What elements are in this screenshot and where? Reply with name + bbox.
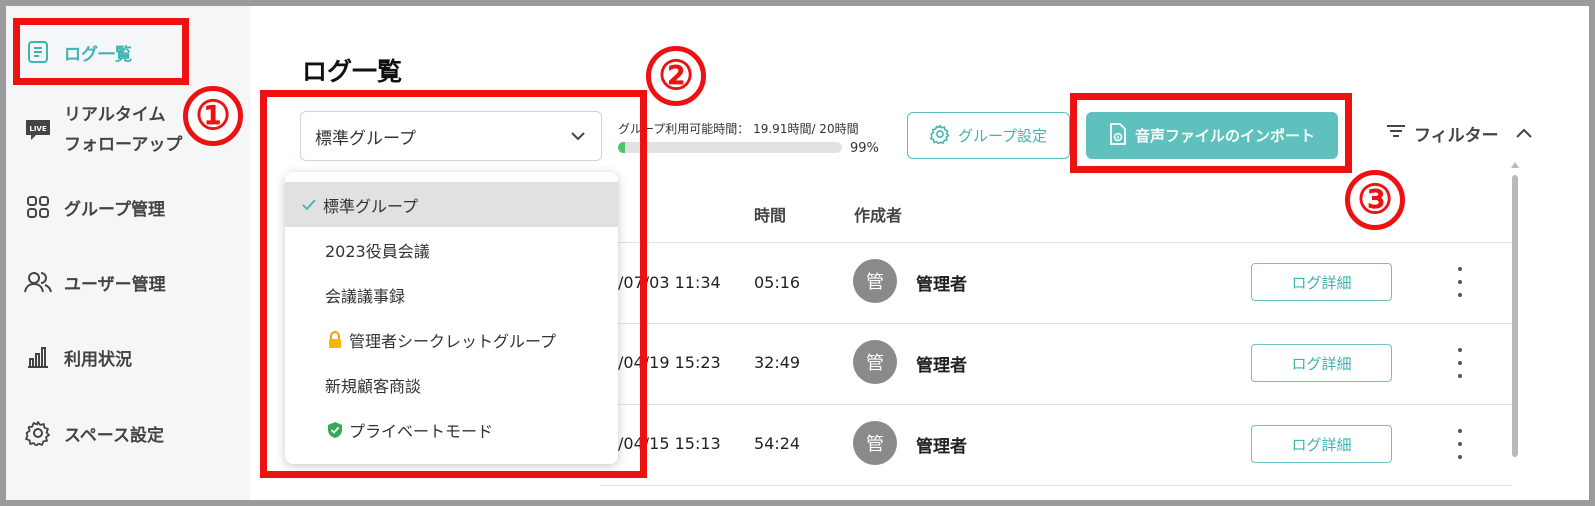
users-icon bbox=[24, 268, 52, 296]
log-detail-button[interactable]: ログ詳細 bbox=[1251, 425, 1392, 463]
scrollbar[interactable] bbox=[1512, 175, 1518, 457]
sidebar-item-usage[interactable]: 利用状況 bbox=[24, 343, 132, 371]
filter-toggle[interactable]: フィルター bbox=[1386, 121, 1533, 146]
table-divider bbox=[600, 485, 1512, 486]
annotation-box-1 bbox=[13, 18, 189, 85]
chevron-up-icon bbox=[1515, 124, 1533, 144]
sidebar-item-label: スペース設定 bbox=[64, 425, 164, 446]
sidebar-item-label: グループ管理 bbox=[64, 199, 165, 220]
more-options-icon[interactable] bbox=[1452, 429, 1468, 459]
row-duration: 05:16 bbox=[754, 273, 801, 292]
group-settings-button[interactable]: グループ設定 bbox=[907, 112, 1070, 159]
table-divider bbox=[600, 404, 1512, 405]
sidebar-item-label: ユーザー管理 bbox=[64, 274, 166, 295]
row-creator: 管理者 bbox=[916, 356, 967, 376]
svg-text:LIVE: LIVE bbox=[29, 125, 46, 133]
sidebar-item-label-line1: リアルタイム bbox=[64, 105, 166, 125]
scroll-up-arrow[interactable] bbox=[1511, 162, 1519, 168]
live-icon: LIVE bbox=[24, 116, 52, 144]
usage-percent: 99% bbox=[850, 141, 879, 156]
page-title: ログ一覧 bbox=[302, 57, 403, 86]
annotation-badge-3: ③ bbox=[1345, 170, 1405, 230]
log-detail-button[interactable]: ログ詳細 bbox=[1251, 344, 1392, 382]
gear-icon bbox=[930, 124, 950, 148]
avatar: 管 bbox=[853, 259, 897, 303]
more-options-icon[interactable] bbox=[1452, 267, 1468, 297]
sidebar-item-user-management[interactable]: ユーザー管理 bbox=[24, 268, 166, 296]
table-divider bbox=[600, 242, 1512, 243]
filter-label: フィルター bbox=[1414, 126, 1499, 146]
group-settings-label: グループ設定 bbox=[957, 127, 1048, 145]
avatar: 管 bbox=[853, 421, 897, 465]
grid-icon bbox=[24, 193, 52, 221]
usage-progress-bar bbox=[618, 142, 842, 153]
table-header-creator: 作成者 bbox=[854, 206, 903, 225]
annotation-badge-1: ① bbox=[183, 86, 243, 146]
sidebar-item-space-settings[interactable]: スペース設定 bbox=[24, 419, 164, 447]
bar-chart-icon bbox=[24, 343, 52, 371]
usage-label: グループ利用可能時間： 19.91時間/ 20時間 bbox=[618, 122, 859, 136]
row-duration: 54:24 bbox=[754, 434, 801, 453]
sidebar-item-label-line2: フォローアップ bbox=[64, 135, 183, 155]
sidebar-item-realtime-followup[interactable]: LIVE リアルタイム フォローアップ bbox=[24, 100, 182, 160]
filter-icon bbox=[1386, 123, 1406, 144]
sidebar-item-label: 利用状況 bbox=[64, 349, 132, 370]
row-creator: 管理者 bbox=[916, 275, 967, 295]
avatar: 管 bbox=[853, 340, 897, 384]
table-header-time: 時間 bbox=[754, 206, 787, 225]
gear-icon bbox=[24, 419, 52, 447]
annotation-box-3 bbox=[1070, 93, 1352, 173]
table-divider bbox=[600, 323, 1512, 324]
more-options-icon[interactable] bbox=[1452, 348, 1468, 378]
annotation-box-2 bbox=[260, 90, 647, 478]
annotation-badge-2: ② bbox=[646, 46, 706, 106]
row-creator: 管理者 bbox=[916, 437, 967, 457]
row-duration: 32:49 bbox=[754, 353, 801, 372]
log-detail-button[interactable]: ログ詳細 bbox=[1251, 263, 1392, 301]
sidebar-item-group-management[interactable]: グループ管理 bbox=[24, 193, 165, 221]
